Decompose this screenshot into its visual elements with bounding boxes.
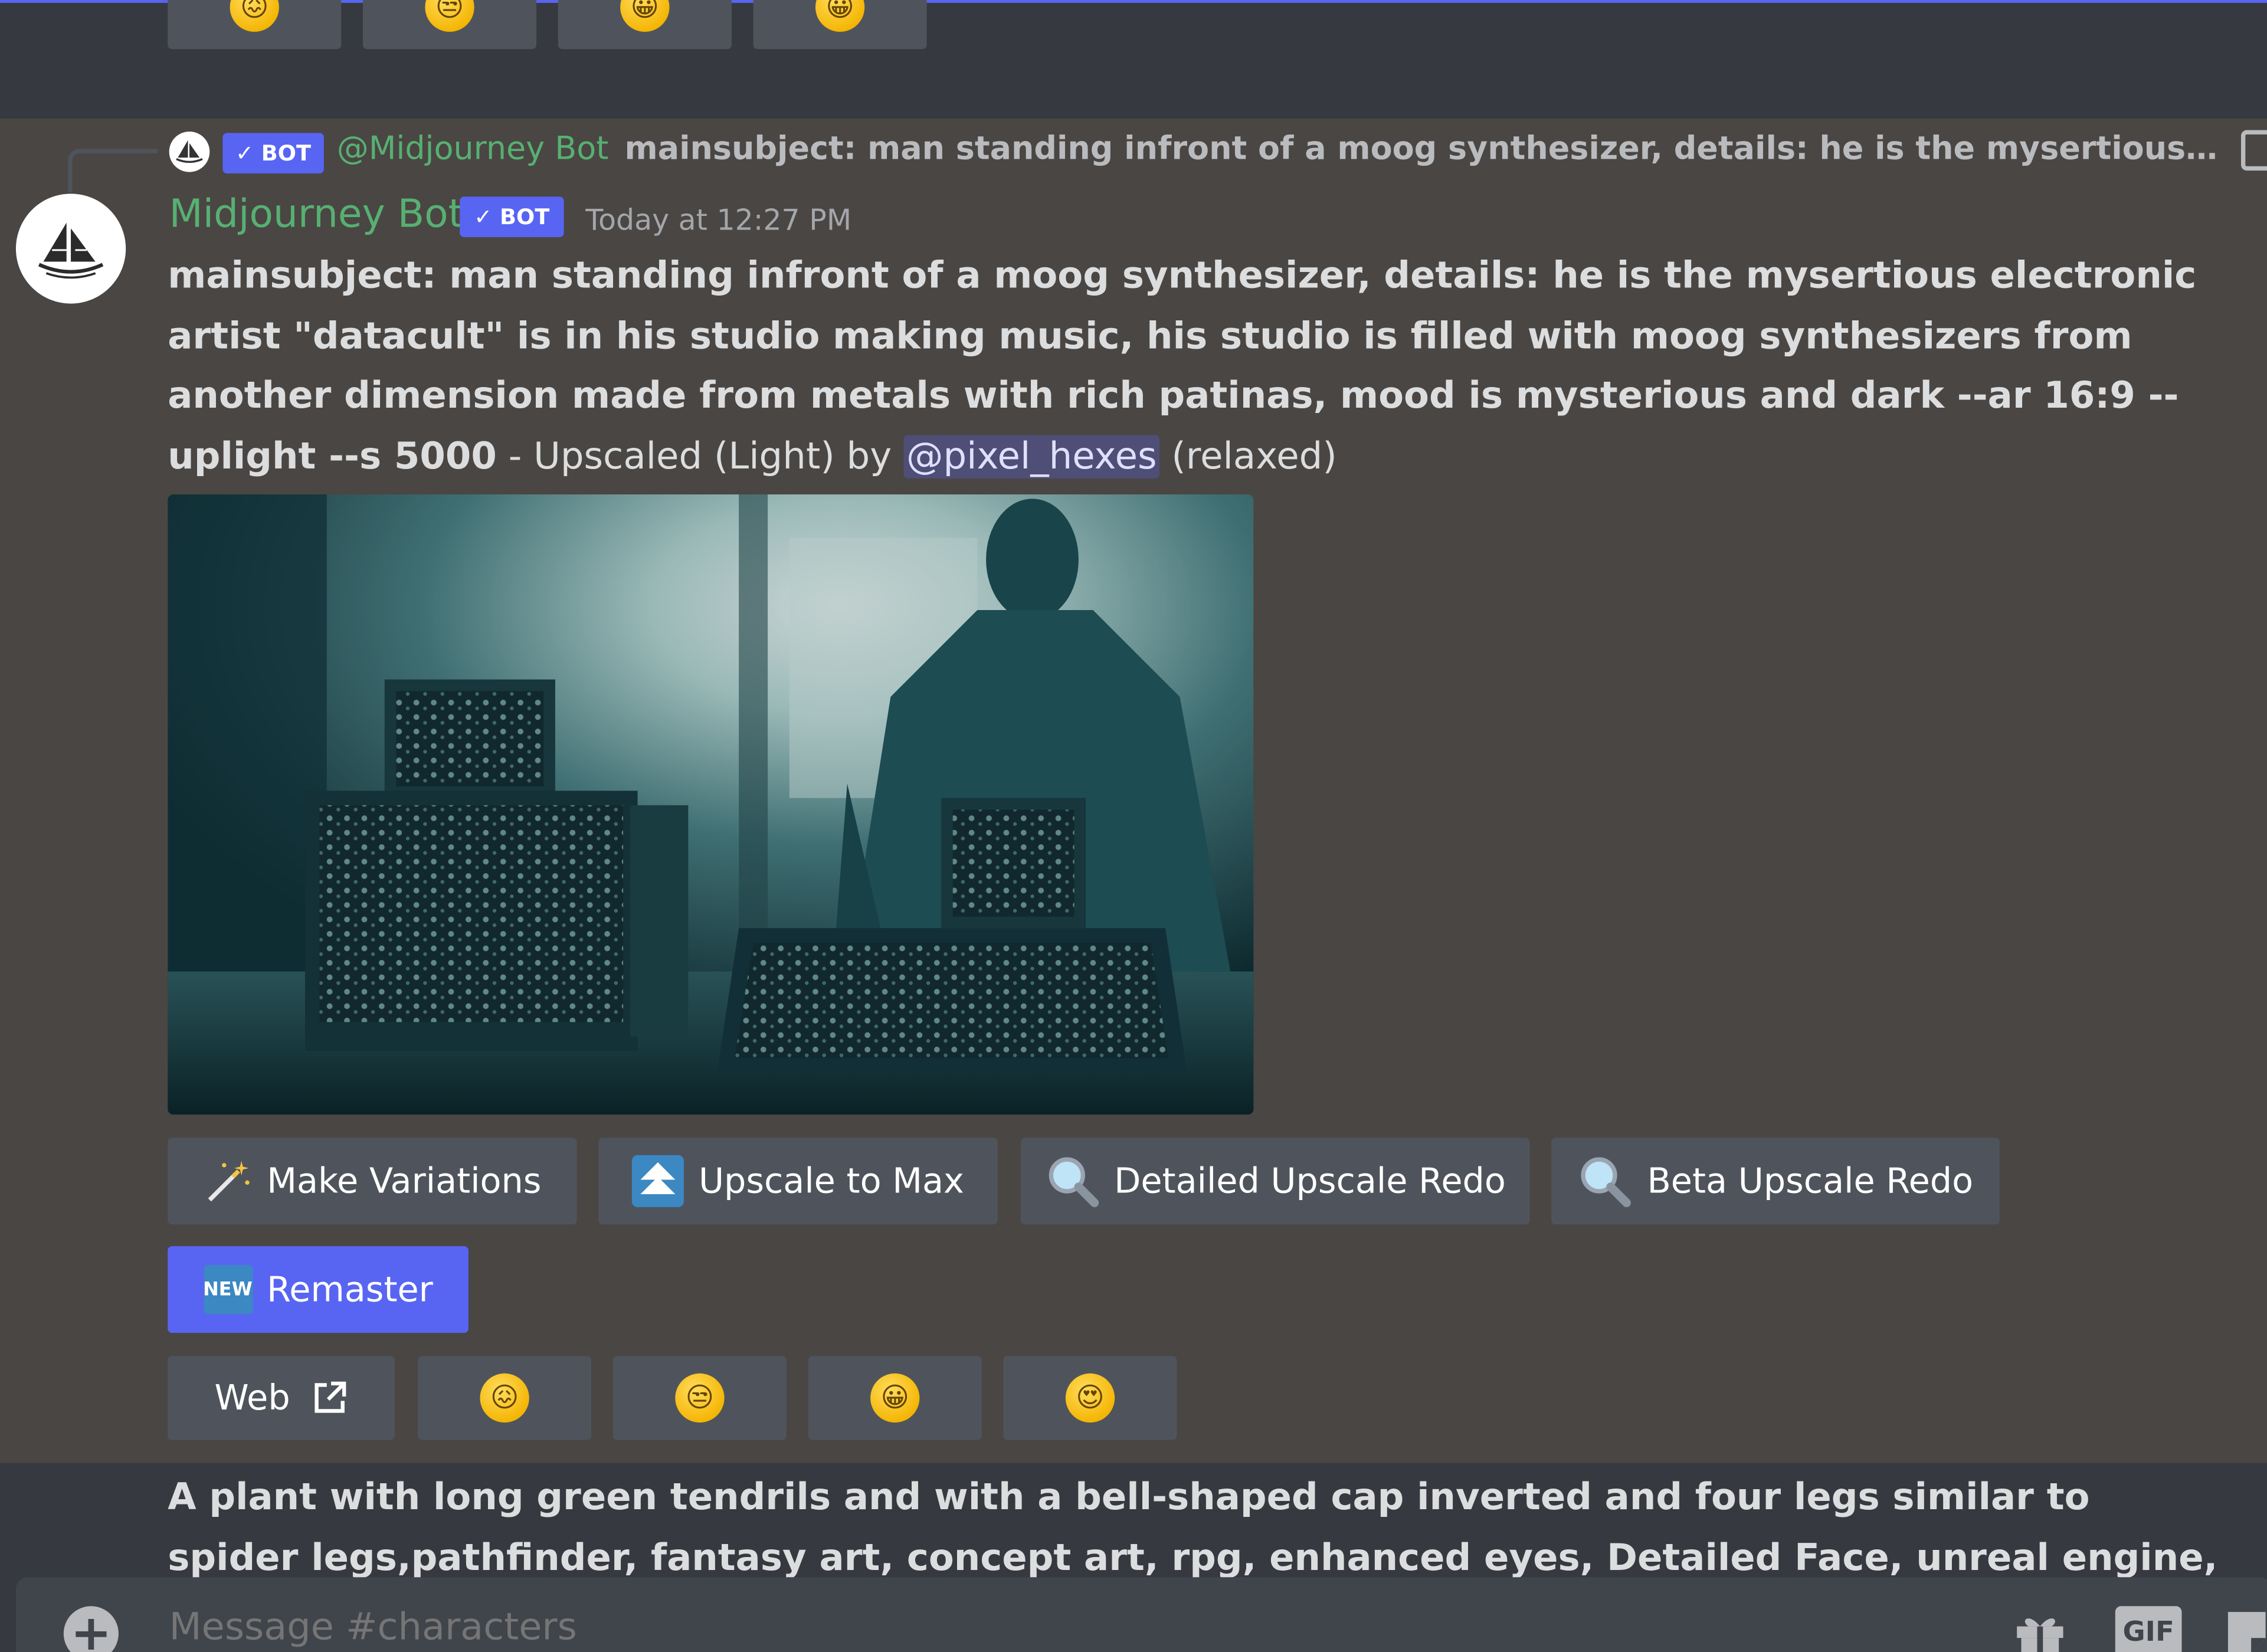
sailboat-icon (176, 140, 203, 163)
new-badge-icon: NEW (203, 1265, 253, 1315)
message-composer: + GIF (15, 1577, 2267, 1652)
message-timestamp: Today at 12:27 PM (585, 202, 852, 237)
upscale-to-max-button[interactable]: Upscale to Max (598, 1138, 998, 1225)
web-label: Web (214, 1378, 290, 1418)
message-content: mainsubject: man standing infront of a m… (168, 247, 2267, 487)
discord-chat-view: 😖 😒 😀 😀 ✓ BOT @Midjourney Bot mainsubjec… (0, 0, 2267, 1652)
generated-image[interactable] (168, 494, 1254, 1115)
user-mention[interactable]: @pixel_hexes (903, 434, 1160, 478)
bot-tag: ✓ BOT (460, 196, 564, 237)
reply-preview-text[interactable]: mainsubject: man standing infront of a m… (625, 132, 2227, 168)
message-input[interactable] (169, 1606, 1905, 1650)
detailed-upscale-redo-label: Detailed Upscale Redo (1114, 1161, 1506, 1202)
upscale-info: - Upscaled (Light) by (496, 434, 904, 478)
gift-icon[interactable] (2011, 1606, 2069, 1652)
sticker-icon[interactable] (2222, 1606, 2267, 1652)
synthesizer-studio-image (168, 494, 1254, 1115)
prev-reaction-button-1[interactable]: 😖 (168, 0, 342, 50)
web-link-button[interactable]: Web (168, 1356, 395, 1440)
reaction-button-confounded[interactable]: 😖 (418, 1356, 592, 1440)
prev-reaction-emoji-2: 😒 (425, 0, 474, 32)
image-icon (2240, 130, 2267, 171)
sailboat-icon (38, 222, 104, 279)
heart-eyes-face-icon: 😍 (1065, 1373, 1115, 1423)
grinning-face-icon: 😀 (870, 1373, 920, 1423)
confounded-face-icon: 😖 (480, 1373, 529, 1423)
make-variations-button[interactable]: Make Variations (168, 1138, 577, 1225)
reply-connector (68, 149, 158, 192)
prev-reaction-emoji-3: 😀 (620, 0, 670, 32)
detailed-upscale-redo-button[interactable]: Detailed Upscale Redo (1020, 1138, 1530, 1225)
author-name[interactable]: Midjourney Bot (169, 192, 464, 237)
prev-reaction-button-3[interactable]: 😀 (558, 0, 732, 50)
reply-avatar[interactable] (169, 131, 210, 172)
prev-reaction-button-4[interactable]: 😀 (753, 0, 927, 50)
magnifier-icon (1044, 1153, 1099, 1208)
external-link-icon (314, 1381, 346, 1413)
remaster-button[interactable]: NEW Remaster (168, 1246, 469, 1333)
reaction-button-heart-eyes[interactable]: 😍 (1003, 1356, 1177, 1440)
mode-label: (relaxed) (1159, 434, 1337, 478)
prev-reaction-emoji-1: 😖 (230, 0, 279, 32)
prev-reaction-emoji-4: 😀 (815, 0, 865, 32)
reply-author[interactable]: @Midjourney Bot (337, 132, 608, 168)
plus-icon[interactable]: + (63, 1606, 119, 1652)
reaction-button-grinning[interactable]: 😀 (808, 1356, 982, 1440)
remaster-label: Remaster (267, 1269, 433, 1310)
reply-bot-tag: ✓ BOT (222, 133, 324, 174)
magnifier-icon (1578, 1153, 1633, 1208)
prev-reaction-button-2[interactable]: 😒 (363, 0, 537, 50)
magic-wand-icon (203, 1156, 252, 1205)
upscale-to-max-label: Upscale to Max (698, 1161, 964, 1202)
gif-button[interactable]: GIF (2115, 1606, 2182, 1652)
beta-upscale-redo-button[interactable]: Beta Upscale Redo (1551, 1138, 2000, 1225)
make-variations-label: Make Variations (267, 1161, 542, 1202)
beta-upscale-redo-label: Beta Upscale Redo (1647, 1161, 1974, 1202)
unamused-face-icon: 😒 (675, 1373, 725, 1423)
reaction-button-unamused[interactable]: 😒 (612, 1356, 787, 1440)
author-avatar[interactable] (15, 194, 126, 304)
double-up-arrow-icon (632, 1155, 684, 1208)
